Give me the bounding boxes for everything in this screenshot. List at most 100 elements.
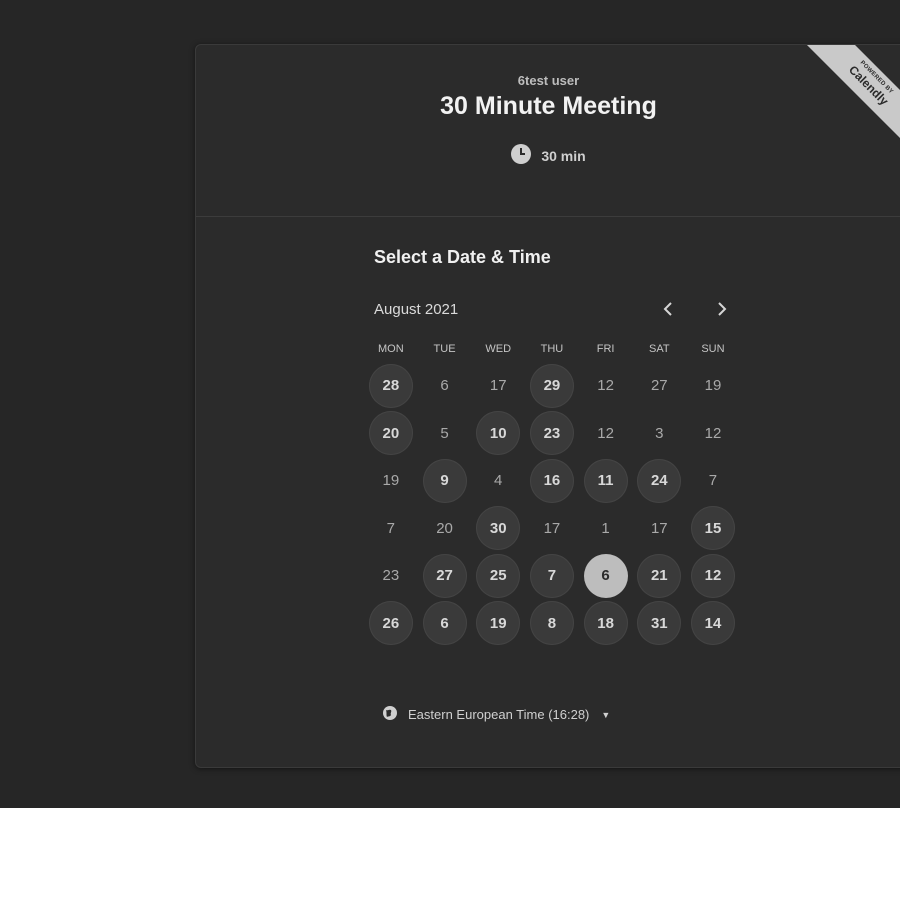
- calendar-cell: 11: [579, 457, 633, 505]
- unavailable-date: 17: [543, 519, 561, 537]
- calendar-cell: 20: [418, 505, 472, 553]
- available-date-button[interactable]: 8: [529, 601, 574, 646]
- calendar-cell: 24: [632, 457, 686, 505]
- available-date-button[interactable]: 10: [476, 411, 521, 456]
- unavailable-date: 12: [704, 424, 722, 442]
- unavailable-date: 6: [440, 377, 449, 395]
- unavailable-date: 17: [489, 377, 507, 395]
- chevron-left-icon: [663, 302, 672, 316]
- calendar-cell: 17: [471, 362, 525, 410]
- calendar-cell: 12: [686, 552, 740, 600]
- calendar-cell: 1: [579, 505, 633, 553]
- calendar-cell: 6: [418, 600, 472, 648]
- unavailable-date: 12: [597, 377, 614, 395]
- unavailable-date: 20: [436, 519, 453, 537]
- available-date-button[interactable]: 30: [476, 506, 521, 551]
- unavailable-date: 5: [440, 424, 449, 442]
- available-date-button[interactable]: 16: [529, 458, 574, 503]
- duration-label: 30 min: [541, 147, 586, 164]
- calendar-cell: 27: [632, 362, 686, 410]
- month-navigation: August 2021: [374, 297, 734, 321]
- unavailable-date: 1: [601, 519, 610, 537]
- event-duration: 30 min: [196, 144, 900, 167]
- calendar-cell: 23: [525, 410, 579, 458]
- calendar-cell: 12: [686, 410, 740, 458]
- available-date-button[interactable]: 18: [583, 601, 628, 646]
- calendar-cell: 16: [525, 457, 579, 505]
- calendar-cell: 3: [632, 410, 686, 458]
- calendar-cell: 9: [418, 457, 472, 505]
- calendar-cell: 14: [686, 600, 740, 648]
- section-title: Select a Date & Time: [374, 247, 551, 267]
- calendar-cell: 27: [418, 552, 472, 600]
- unavailable-date: 23: [382, 567, 400, 585]
- calendar-cell: 26: [364, 600, 418, 648]
- unavailable-date: 3: [655, 424, 664, 442]
- calendar-cell: 10: [471, 410, 525, 458]
- month-nav-buttons: [656, 297, 734, 321]
- calendar-cell: 5: [418, 410, 472, 458]
- calendar-cell: 21: [632, 552, 686, 600]
- month-label: August 2021: [374, 300, 459, 318]
- available-date-button[interactable]: 21: [637, 553, 682, 598]
- available-date-button[interactable]: 31: [637, 601, 682, 646]
- available-date-button[interactable]: 11: [583, 458, 628, 503]
- calendar-cell: 12: [579, 410, 633, 458]
- selected-date-button[interactable]: 6: [583, 553, 628, 598]
- available-date-button[interactable]: 7: [529, 553, 574, 598]
- available-date-button[interactable]: 27: [422, 553, 467, 598]
- timezone-selector[interactable]: Eastern European Time (16:28) ▼: [382, 705, 610, 724]
- calendar-cell: 19: [364, 457, 418, 505]
- calendar-cell: 31: [632, 600, 686, 648]
- available-date-button[interactable]: 6: [422, 601, 467, 646]
- available-date-button[interactable]: 24: [637, 458, 682, 503]
- unavailable-date: 4: [494, 472, 503, 490]
- available-date-button[interactable]: 20: [368, 411, 413, 456]
- available-date-button[interactable]: 23: [529, 411, 574, 456]
- calendar-cell: 19: [471, 600, 525, 648]
- booking-card: 6test user 30 Minute Meeting 30 min POWE…: [195, 44, 900, 768]
- calendar-cell: 8: [525, 600, 579, 648]
- available-date-button[interactable]: 12: [690, 553, 735, 598]
- available-date-button[interactable]: 14: [690, 601, 735, 646]
- weekday-header: MON TUE WED THU FRI SAT SUN: [364, 343, 740, 355]
- weekday-label: SAT: [648, 343, 670, 355]
- caret-down-icon: ▼: [601, 709, 611, 720]
- weekday-label: THU: [540, 343, 564, 355]
- calendar-cell: 6: [579, 552, 633, 600]
- unavailable-date: 12: [597, 424, 614, 442]
- calendar-cell: 17: [525, 505, 579, 553]
- calendar-cell: 4: [471, 457, 525, 505]
- calendar-cell: 23: [364, 552, 418, 600]
- calendar-grid: 28 6 17 29 12 27 19 20 5 10 23 12 3 12 19 9 4 16 11 24 7 7 20 3…: [364, 362, 740, 647]
- weekday-label: FRI: [596, 343, 615, 355]
- available-date-button[interactable]: 15: [690, 506, 735, 551]
- calendar-cell: 28: [364, 362, 418, 410]
- calendar-cell: 30: [471, 505, 525, 553]
- available-date-button[interactable]: 25: [476, 553, 521, 598]
- weekday-label: SUN: [701, 343, 725, 355]
- calendar-cell: 15: [686, 505, 740, 553]
- calendar-cell: 20: [364, 410, 418, 458]
- event-header: 6test user 30 Minute Meeting 30 min: [196, 45, 900, 217]
- available-date-button[interactable]: 26: [368, 601, 413, 646]
- available-date-button[interactable]: 29: [529, 363, 574, 408]
- calendar-cell: 19: [686, 362, 740, 410]
- event-title: 30 Minute Meeting: [440, 92, 657, 120]
- available-date-button[interactable]: 28: [368, 363, 413, 408]
- available-date-button[interactable]: 19: [476, 601, 521, 646]
- unavailable-date: 17: [650, 519, 668, 537]
- calendar-cell: 7: [364, 505, 418, 553]
- timezone-label: Eastern European Time (16:28): [408, 707, 590, 722]
- next-month-button[interactable]: [710, 297, 734, 321]
- available-date-button[interactable]: 9: [422, 458, 467, 503]
- calendar-cell: 7: [525, 552, 579, 600]
- event-owner: 6test user: [517, 73, 580, 88]
- unavailable-date: 7: [386, 519, 396, 537]
- globe-icon: [382, 705, 398, 724]
- weekday-label: WED: [485, 343, 512, 355]
- powered-by-ribbon[interactable]: POWERED BY Calendly: [797, 45, 900, 149]
- prev-month-button[interactable]: [656, 297, 680, 321]
- calendar-cell: 18: [579, 600, 633, 648]
- clock-icon: [511, 144, 532, 167]
